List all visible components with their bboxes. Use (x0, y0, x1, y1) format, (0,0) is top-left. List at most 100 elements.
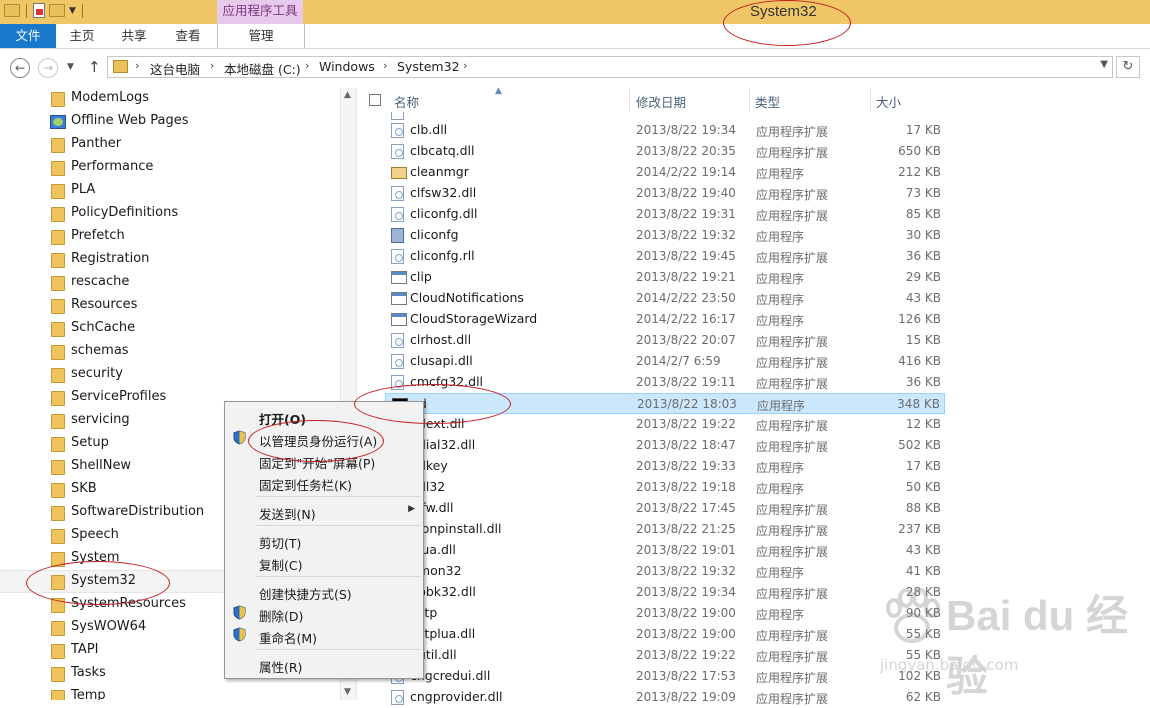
menu-item-label: 打开(O) (259, 412, 307, 427)
file-modified: 2013/8/22 17:45 (636, 501, 736, 515)
back-button[interactable]: ← (10, 58, 30, 78)
file-row[interactable]: clip 2013/8/22 19:21 应用程序 29 KB (385, 267, 945, 288)
dll-file-icon (391, 144, 404, 159)
menu-item-open[interactable]: 打开(O) (225, 405, 423, 427)
menu-item-properties[interactable]: 属性(R) (225, 653, 423, 675)
new-folder-icon[interactable] (49, 4, 65, 17)
nav-item[interactable]: security (0, 364, 340, 387)
file-row[interactable]: clusapi.dll 2014/2/7 6:59 应用程序扩展 416 KB (385, 351, 945, 372)
file-row[interactable]: nstplua.dll 2013/8/22 19:00 应用程序扩展 55 KB (385, 624, 945, 645)
file-row[interactable]: ndext.dll 2013/8/22 19:22 应用程序扩展 12 KB (385, 414, 945, 435)
folder-icon (51, 621, 65, 636)
file-modified: 2013/8/22 19:32 (636, 564, 736, 578)
breadcrumb-local-disk[interactable]: 本地磁盘 (C:) (224, 59, 301, 78)
file-row[interactable]: ndial32.dll 2013/8/22 18:47 应用程序扩展 502 KB (385, 435, 945, 456)
menu-item-send-to[interactable]: 发送到(N) ▶ (225, 500, 423, 522)
chevron-down-icon[interactable]: ▼ (1100, 59, 1108, 70)
nav-item[interactable]: Resources (0, 295, 340, 318)
file-row-selected[interactable]: nd2013/8/22 18:03应用程序348 KB (385, 393, 945, 414)
menu-item-create-shortcut[interactable]: 创建快捷方式(S) (225, 580, 423, 602)
breadcrumb-system32[interactable]: System32 (397, 59, 460, 74)
nav-item[interactable]: Registration (0, 249, 340, 272)
nav-item[interactable]: ModemLogs (0, 88, 340, 111)
column-header-type[interactable]: 类型 (755, 92, 780, 111)
file-row[interactable]: cmcfg32.dll 2013/8/22 19:11 应用程序扩展 36 KB (385, 372, 945, 393)
up-arrow-icon[interactable]: ↑ (88, 58, 101, 76)
file-row[interactable]: clb.dll 2013/8/22 19:34 应用程序扩展 17 KB (385, 120, 945, 141)
chevron-right-icon[interactable]: › (305, 59, 309, 72)
nav-item[interactable]: Prefetch (0, 226, 340, 249)
file-row[interactable]: cleanmgr 2014/2/22 19:14 应用程序 212 KB (385, 162, 945, 183)
file-row[interactable]: nifw.dll 2013/8/22 17:45 应用程序扩展 88 KB (385, 498, 945, 519)
column-divider[interactable] (870, 88, 871, 112)
file-row[interactable]: CloudNotifications 2014/2/22 23:50 应用程序 43 … (385, 288, 945, 309)
nav-item[interactable]: Performance (0, 157, 340, 180)
folder-icon[interactable] (4, 4, 20, 17)
nav-item[interactable]: PLA (0, 180, 340, 203)
customize-toolbar-icon[interactable]: ▼ (69, 6, 76, 16)
column-header-modified[interactable]: 修改日期 (636, 92, 686, 111)
menu-item-run-as-admin[interactable]: 以管理员身份运行(A) (225, 427, 423, 449)
breadcrumb-windows[interactable]: Windows (319, 59, 375, 74)
column-header-name[interactable]: 名称 (394, 92, 419, 111)
tab-manage[interactable]: 管理 (217, 24, 305, 48)
nav-item[interactable]: rescache (0, 272, 340, 295)
forward-button[interactable]: → (38, 58, 58, 78)
menu-item-pin-to-taskbar[interactable]: 固定到任务栏(K) (225, 471, 423, 493)
file-row[interactable]: CloudStorageWizard 2014/2/22 16:17 应用程序 126… (385, 309, 945, 330)
refresh-button[interactable]: ↻ (1116, 56, 1140, 78)
file-row[interactable]: ndl32 2013/8/22 19:18 应用程序 50 KB (385, 477, 945, 498)
file-row[interactable]: nlua.dll 2013/8/22 19:01 应用程序扩展 43 KB (385, 540, 945, 561)
tab-share[interactable]: 共享 (108, 24, 160, 48)
column-divider[interactable] (629, 88, 630, 112)
file-row[interactable]: cngprovider.dll 2013/8/22 19:09 应用程序扩展 62 K… (385, 687, 945, 708)
file-row[interactable]: cngcredui.dll 2013/8/22 17:53 应用程序扩展 102 KB (385, 666, 945, 687)
file-row[interactable]: ndkey 2013/8/22 19:33 应用程序 17 KB (385, 456, 945, 477)
file-type: 应用程序扩展 (756, 335, 829, 349)
menu-item-delete[interactable]: 删除(D) (225, 602, 423, 624)
select-all-checkbox[interactable] (369, 94, 381, 106)
file-size: 41 KB (905, 564, 941, 578)
file-row[interactable]: nstp2013/8/22 19:00应用程序90 KB (385, 603, 945, 624)
tab-home[interactable]: 主页 (56, 24, 108, 48)
file-row[interactable]: cliconfg.rll 2013/8/22 19:45 应用程序扩展 36 KB (385, 246, 945, 267)
nav-item[interactable]: Panther (0, 134, 340, 157)
breadcrumb-this-pc[interactable]: 这台电脑 (150, 59, 200, 78)
tab-file[interactable]: 文件 (0, 24, 56, 48)
properties-icon[interactable] (33, 3, 45, 18)
nav-item[interactable]: SchCache (0, 318, 340, 341)
file-row[interactable]: clbcatq.dll 2013/8/22 20:35 应用程序扩展 650 KB (385, 141, 945, 162)
file-row[interactable]: nmon32 2013/8/22 19:32 应用程序 41 KB (385, 561, 945, 582)
chevron-right-icon[interactable]: › (383, 59, 387, 72)
file-row[interactable]: nipnpinstall.dll 2013/8/22 21:25 应用程序扩展 237… (385, 519, 945, 540)
address-bar[interactable]: › 这台电脑 › 本地磁盘 (C:) › Windows › System32 … (107, 56, 1113, 78)
file-row[interactable]: clfsw32.dll 2013/8/22 19:40 应用程序扩展 73 KB (385, 183, 945, 204)
chevron-right-icon[interactable]: › (463, 59, 467, 72)
file-row[interactable]: nutil.dll 2013/8/22 19:22 应用程序扩展 55 KB (385, 645, 945, 666)
file-row[interactable]: cliconfg 2013/8/22 19:32 应用程序 30 KB (385, 225, 945, 246)
menu-item-cut[interactable]: 剪切(T) (225, 529, 423, 551)
chevron-right-icon[interactable]: › (135, 59, 139, 72)
nav-item[interactable]: PolicyDefinitions (0, 203, 340, 226)
dll-file-icon (391, 690, 404, 705)
file-row[interactable]: cliconfg.dll 2013/8/22 19:31 应用程序扩展 85 KB (385, 204, 945, 225)
nav-item[interactable]: schemas (0, 341, 340, 364)
chevron-right-icon[interactable]: › (210, 59, 214, 72)
scroll-up-icon[interactable]: ▲ (344, 90, 351, 100)
address-row: ← → ▼ ↑ › 这台电脑 › 本地磁盘 (C:) › Windows › S… (0, 55, 1150, 81)
column-divider[interactable] (749, 88, 750, 112)
nav-item[interactable]: Offline Web Pages (0, 111, 340, 134)
nav-item[interactable]: Temp (0, 686, 340, 700)
file-size: 43 KB (905, 543, 941, 557)
recent-locations-icon[interactable]: ▼ (67, 62, 74, 72)
menu-item-copy[interactable]: 复制(C) (225, 551, 423, 573)
tab-view[interactable]: 查看 (161, 24, 215, 48)
menu-item-rename[interactable]: 重命名(M) (225, 624, 423, 646)
file-modified: 2013/8/22 19:32 (636, 228, 736, 242)
file-row[interactable]: clrhost.dll 2013/8/22 20:07 应用程序扩展 15 KB (385, 330, 945, 351)
menu-item-pin-to-start[interactable]: 固定到"开始"屏幕(P) (225, 449, 423, 471)
file-row[interactable]: npbk32.dll 2013/8/22 19:34 应用程序扩展 28 KB (385, 582, 945, 603)
menu-divider (255, 525, 421, 526)
scroll-down-icon[interactable]: ▼ (344, 687, 351, 697)
column-header-size[interactable]: 大小 (876, 92, 901, 111)
